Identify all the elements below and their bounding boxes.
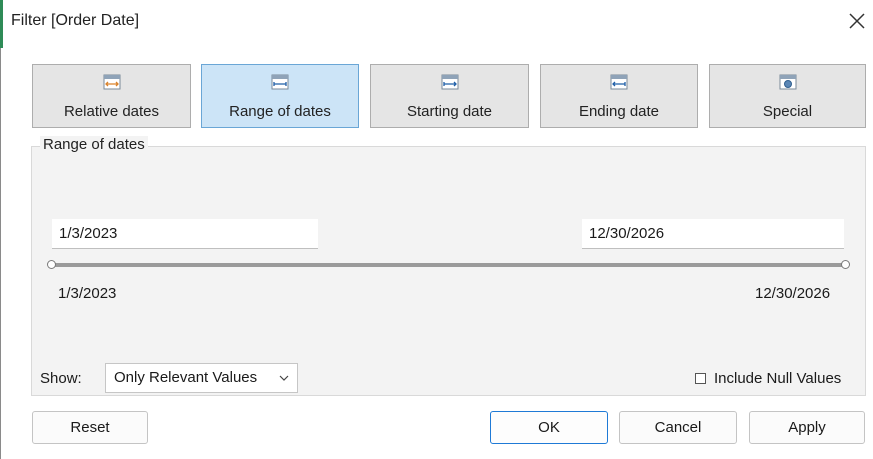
show-values-selected: Only Relevant Values — [114, 369, 258, 386]
tab-range-of-dates[interactable]: Range of dates — [201, 64, 359, 128]
range-of-dates-calendar-icon — [271, 74, 289, 90]
tab-special[interactable]: Special — [709, 64, 866, 128]
range-min-label: 1/3/2023 — [58, 285, 117, 302]
apply-button[interactable]: Apply — [749, 411, 865, 444]
end-date-input[interactable] — [582, 219, 844, 249]
tab-label: Ending date — [578, 103, 660, 120]
tab-label: Special — [762, 103, 813, 120]
chevron-down-icon — [279, 375, 289, 381]
tab-label: Relative dates — [63, 103, 160, 120]
ending-date-calendar-icon — [610, 74, 628, 90]
tab-relative-dates[interactable]: Relative dates — [32, 64, 191, 128]
include-null-values-label: Include Null Values — [714, 370, 842, 387]
slider-start-handle[interactable] — [47, 260, 56, 269]
reset-button[interactable]: Reset — [32, 411, 148, 444]
tab-starting-date[interactable]: Starting date — [370, 64, 529, 128]
relative-dates-calendar-icon — [103, 74, 120, 90]
range-max-label: 12/30/2026 — [755, 285, 831, 302]
cancel-button[interactable]: Cancel — [619, 411, 737, 444]
range-group-label: Range of dates — [40, 136, 148, 153]
window-left-border — [0, 48, 1, 459]
dialog-title: Filter [Order Date] — [11, 12, 140, 29]
close-icon — [849, 13, 865, 29]
tab-label: Starting date — [406, 103, 493, 120]
starting-date-calendar-icon — [441, 74, 458, 90]
include-null-values-checkbox[interactable] — [695, 373, 706, 384]
show-label: Show: — [40, 370, 82, 387]
ok-button[interactable]: OK — [490, 411, 608, 444]
close-button[interactable] — [845, 9, 869, 33]
tab-label: Range of dates — [229, 103, 331, 120]
show-values-dropdown[interactable]: Only Relevant Values — [105, 363, 298, 393]
special-calendar-icon — [779, 74, 796, 90]
window-edge-accent — [0, 0, 3, 48]
range-of-dates-group — [31, 146, 866, 396]
tab-ending-date[interactable]: Ending date — [540, 64, 698, 128]
date-range-slider-track[interactable] — [52, 263, 844, 267]
slider-end-handle[interactable] — [841, 260, 850, 269]
start-date-input[interactable] — [52, 219, 318, 249]
